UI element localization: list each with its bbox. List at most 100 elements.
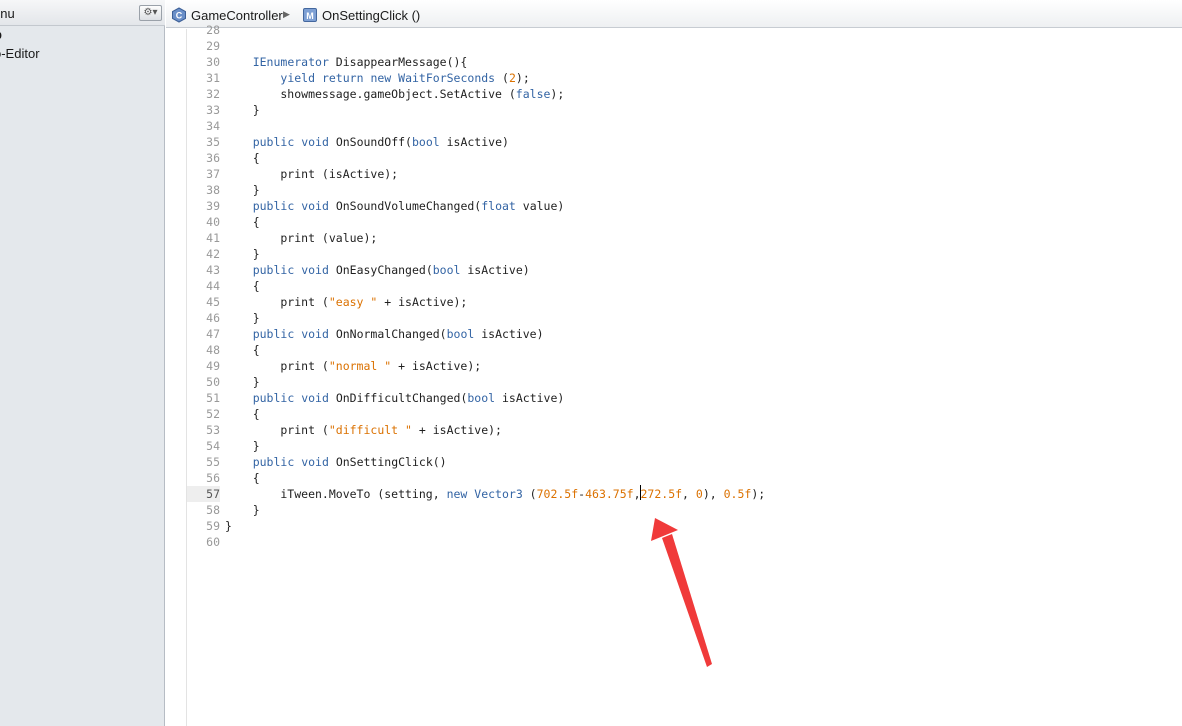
method-icon: M bbox=[302, 7, 318, 23]
code-line[interactable]: 35 public void OnSoundOff(bool isActive) bbox=[166, 134, 1182, 150]
code-token: value) bbox=[515, 199, 565, 213]
code-token: void bbox=[301, 263, 329, 277]
code-token: 0 bbox=[695, 487, 703, 501]
code-token: new bbox=[446, 487, 468, 501]
code-token: OnSoundVolumeChanged( bbox=[328, 199, 482, 213]
code-token: { bbox=[225, 215, 260, 229]
line-code: } bbox=[225, 518, 232, 534]
code-token: IEnumerator bbox=[252, 55, 329, 69]
line-code: showmessage.gameObject.SetActive (false)… bbox=[225, 86, 564, 102]
code-token: isActive) bbox=[474, 327, 544, 341]
breadcrumb-class-label: GameController bbox=[191, 7, 283, 23]
line-code: } bbox=[225, 102, 260, 118]
line-number: 60 bbox=[206, 535, 220, 549]
code-line[interactable]: 52 { bbox=[166, 406, 1182, 422]
code-token: public bbox=[252, 391, 295, 405]
class-icon-letter: C bbox=[176, 11, 183, 21]
code-line[interactable]: 56 { bbox=[166, 470, 1182, 486]
code-token: } bbox=[225, 103, 260, 117]
code-token: void bbox=[301, 135, 329, 149]
code-line[interactable]: 33 } bbox=[166, 102, 1182, 118]
code-token: public bbox=[252, 135, 295, 149]
solution-pad: enu ⚙▾ p o-Editor bbox=[0, 0, 165, 726]
line-number: 57 bbox=[187, 486, 220, 502]
code-line[interactable]: 36 { bbox=[166, 150, 1182, 166]
line-code: print (isActive); bbox=[225, 166, 398, 182]
code-line[interactable]: 32 showmessage.gameObject.SetActive (fal… bbox=[166, 86, 1182, 102]
line-code: } bbox=[225, 502, 260, 518]
code-line[interactable]: 53 print ("difficult " + isActive); bbox=[166, 422, 1182, 438]
code-token: + isActive); bbox=[377, 295, 468, 309]
pad-options-button[interactable]: ⚙▾ bbox=[139, 5, 162, 21]
code-token: public bbox=[252, 263, 295, 277]
code-token: false bbox=[515, 87, 551, 101]
code-token: ), bbox=[702, 487, 724, 501]
code-line[interactable]: 54 } bbox=[166, 438, 1182, 454]
code-line[interactable]: 37 print (isActive); bbox=[166, 166, 1182, 182]
code-token: void bbox=[301, 391, 329, 405]
code-line[interactable]: 49 print ("normal " + isActive); bbox=[166, 358, 1182, 374]
code-line[interactable]: 43 public void OnEasyChanged(bool isActi… bbox=[166, 262, 1182, 278]
code-editor[interactable]: 28 29 30 IEnumerator DisappearMessage(){31… bbox=[166, 23, 1182, 726]
line-number: 45 bbox=[206, 295, 220, 309]
tree-item[interactable]: p bbox=[0, 27, 2, 42]
line-number: 51 bbox=[206, 391, 220, 405]
line-code: public void OnDifficultChanged(bool isAc… bbox=[225, 390, 565, 406]
code-line[interactable]: 47 public void OnNormalChanged(bool isAc… bbox=[166, 326, 1182, 342]
code-line[interactable]: 34 bbox=[166, 118, 1182, 134]
code-line[interactable]: 55 public void OnSettingClick() bbox=[166, 454, 1182, 470]
method-icon-letter: M bbox=[306, 11, 314, 21]
code-line[interactable]: 50 } bbox=[166, 374, 1182, 390]
code-line[interactable]: 38 } bbox=[166, 182, 1182, 198]
line-code: { bbox=[225, 342, 260, 358]
line-code: public void OnEasyChanged(bool isActive) bbox=[225, 262, 530, 278]
solution-pad-header: enu ⚙▾ bbox=[0, 0, 165, 26]
tree-item[interactable]: o-Editor bbox=[0, 46, 40, 61]
code-line[interactable]: 39 public void OnSoundVolumeChanged(floa… bbox=[166, 198, 1182, 214]
code-token: OnSettingClick() bbox=[328, 455, 447, 469]
code-line[interactable]: 46 } bbox=[166, 310, 1182, 326]
code-line[interactable]: 40 { bbox=[166, 214, 1182, 230]
breadcrumb-separator-icon: ▶ bbox=[283, 9, 290, 19]
code-token: return bbox=[321, 71, 364, 85]
code-line[interactable]: 58 } bbox=[166, 502, 1182, 518]
code-line[interactable]: 60 bbox=[166, 534, 1182, 550]
code-line[interactable]: 51 public void OnDifficultChanged(bool i… bbox=[166, 390, 1182, 406]
line-number: 29 bbox=[206, 39, 220, 53]
code-token: void bbox=[301, 455, 329, 469]
code-token: 2 bbox=[508, 71, 516, 85]
code-token: print ( bbox=[225, 295, 329, 309]
code-line[interactable]: 59} bbox=[166, 518, 1182, 534]
code-token: } bbox=[225, 503, 260, 517]
code-token: { bbox=[225, 151, 260, 165]
code-token: } bbox=[225, 375, 260, 389]
code-token: bool bbox=[411, 135, 440, 149]
line-number: 49 bbox=[206, 359, 220, 373]
code-line[interactable]: 29 bbox=[166, 38, 1182, 54]
line-number: 53 bbox=[206, 423, 220, 437]
code-line[interactable]: 28 bbox=[166, 22, 1182, 38]
code-line[interactable]: 31 yield return new WaitForSeconds (2); bbox=[166, 70, 1182, 86]
code-token: ); bbox=[751, 487, 766, 501]
text-caret bbox=[640, 485, 641, 500]
code-token: DisappearMessage(){ bbox=[328, 55, 468, 69]
code-line[interactable]: 45 print ("easy " + isActive); bbox=[166, 294, 1182, 310]
code-line[interactable]: 44 { bbox=[166, 278, 1182, 294]
line-number: 46 bbox=[206, 311, 220, 325]
code-line[interactable]: 41 print (value); bbox=[166, 230, 1182, 246]
line-code: public void OnSoundVolumeChanged(float v… bbox=[225, 198, 565, 214]
code-line[interactable]: 30 IEnumerator DisappearMessage(){ bbox=[166, 54, 1182, 70]
breadcrumb-method-label: OnSettingClick () bbox=[322, 7, 421, 23]
line-number: 43 bbox=[206, 263, 220, 277]
code-line[interactable]: 48 { bbox=[166, 342, 1182, 358]
line-number: 38 bbox=[206, 183, 220, 197]
line-number: 50 bbox=[206, 375, 220, 389]
code-token: yield bbox=[280, 71, 316, 85]
code-line[interactable]: 42 } bbox=[166, 246, 1182, 262]
code-token: OnSoundOff( bbox=[328, 135, 412, 149]
code-line[interactable]: 57 iTween.MoveTo (setting, new Vector3 (… bbox=[166, 486, 1182, 502]
